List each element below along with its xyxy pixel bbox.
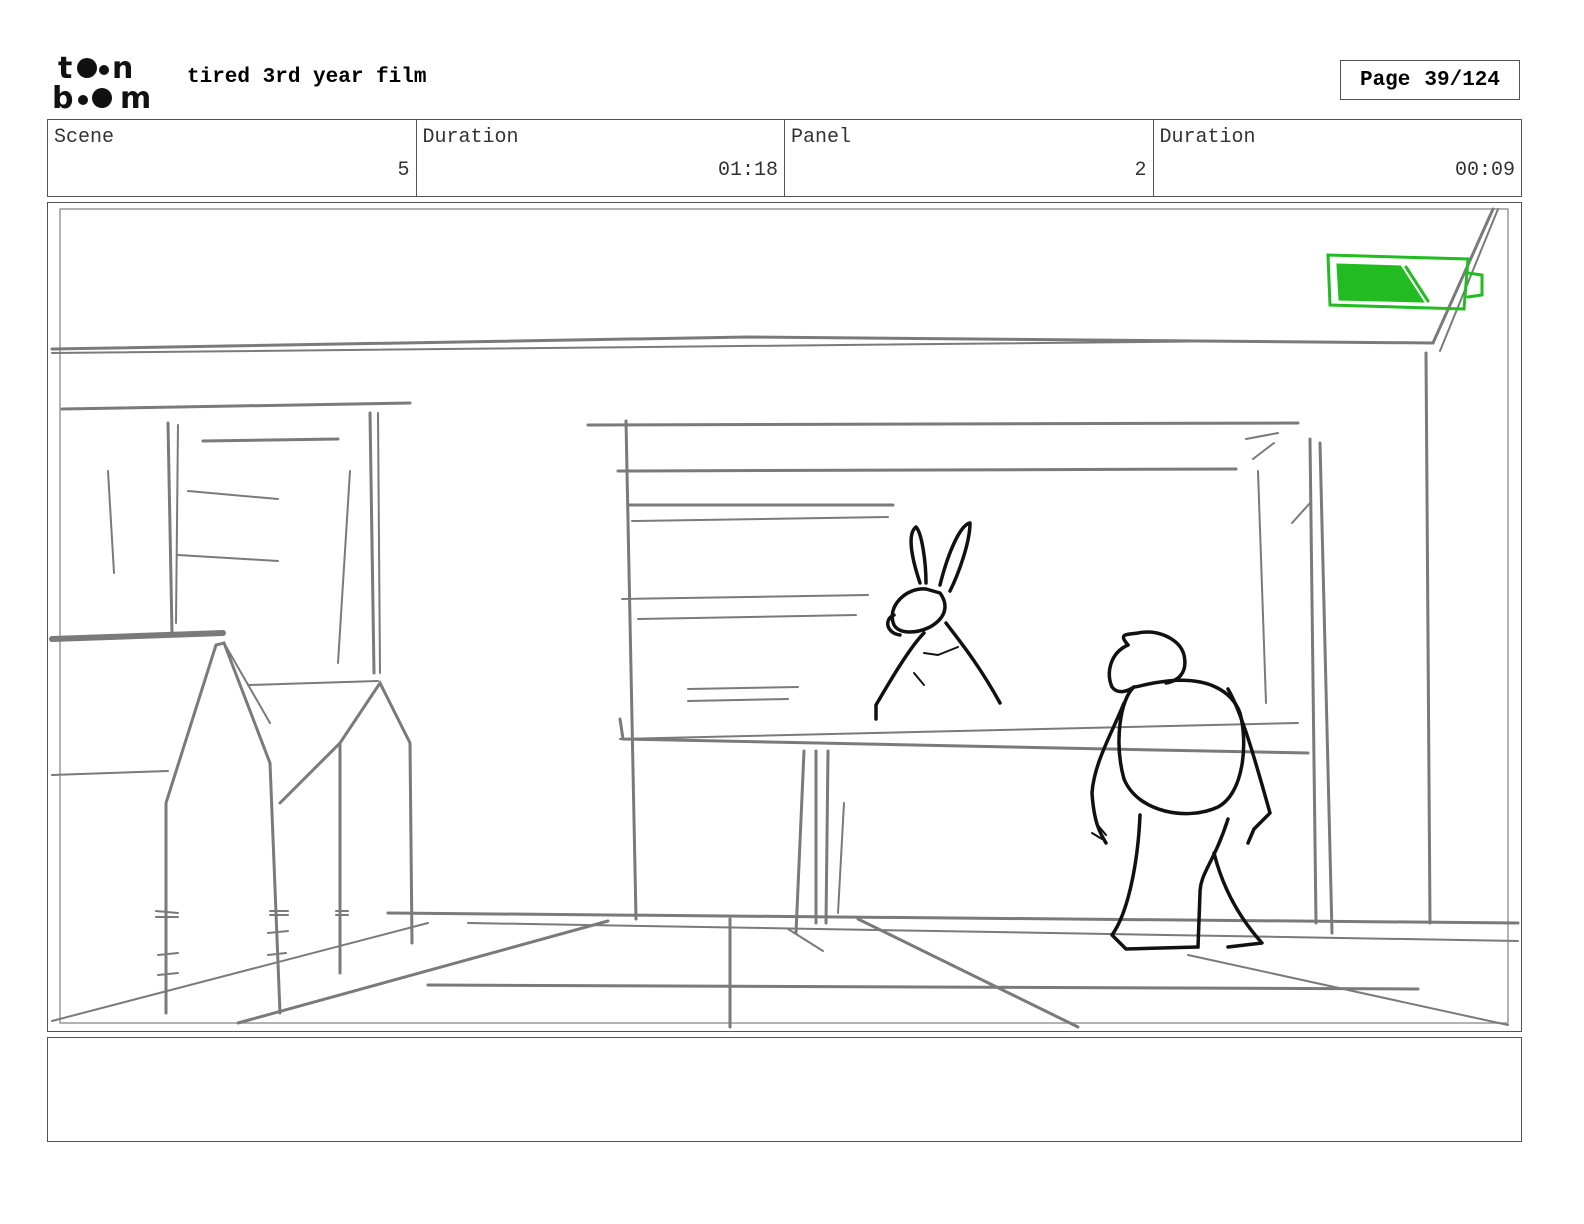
svg-text:m: m xyxy=(120,81,151,112)
panel-label: Panel xyxy=(791,126,852,149)
page-label: Page xyxy=(1359,68,1411,92)
page-number: 39/124 xyxy=(1424,68,1501,92)
scene-duration-value: 01:18 xyxy=(717,159,778,182)
scene-duration-label: Duration xyxy=(422,126,519,149)
scene-cell: Scene 5 xyxy=(48,120,417,196)
panel-cell: Panel 2 xyxy=(785,120,1154,196)
page-indicator: Page 39/124 xyxy=(1340,60,1520,100)
panel-value: 2 xyxy=(1134,159,1147,182)
panel-sketch xyxy=(49,207,1520,1029)
toon-boom-logo: t n b m xyxy=(52,51,151,112)
scene-value: 5 xyxy=(397,159,410,182)
panel-duration-cell: Duration 00:09 xyxy=(1154,120,1522,196)
background-sketch xyxy=(49,207,1520,1029)
scene-duration-cell: Duration 01:18 xyxy=(417,120,785,196)
scene-label: Scene xyxy=(54,126,115,149)
panel-duration-value: 00:09 xyxy=(1454,159,1515,182)
storyboard-panel xyxy=(47,202,1522,1032)
panel-duration-label: Duration xyxy=(1159,126,1256,149)
project-title: tired 3rd year film xyxy=(187,66,427,89)
scene-info-table: Scene 5 Duration 01:18 Panel 2 Duration … xyxy=(47,119,1522,197)
svg-text:b: b xyxy=(52,81,73,112)
characters xyxy=(874,521,1272,951)
panel-notes-box xyxy=(47,1037,1522,1142)
